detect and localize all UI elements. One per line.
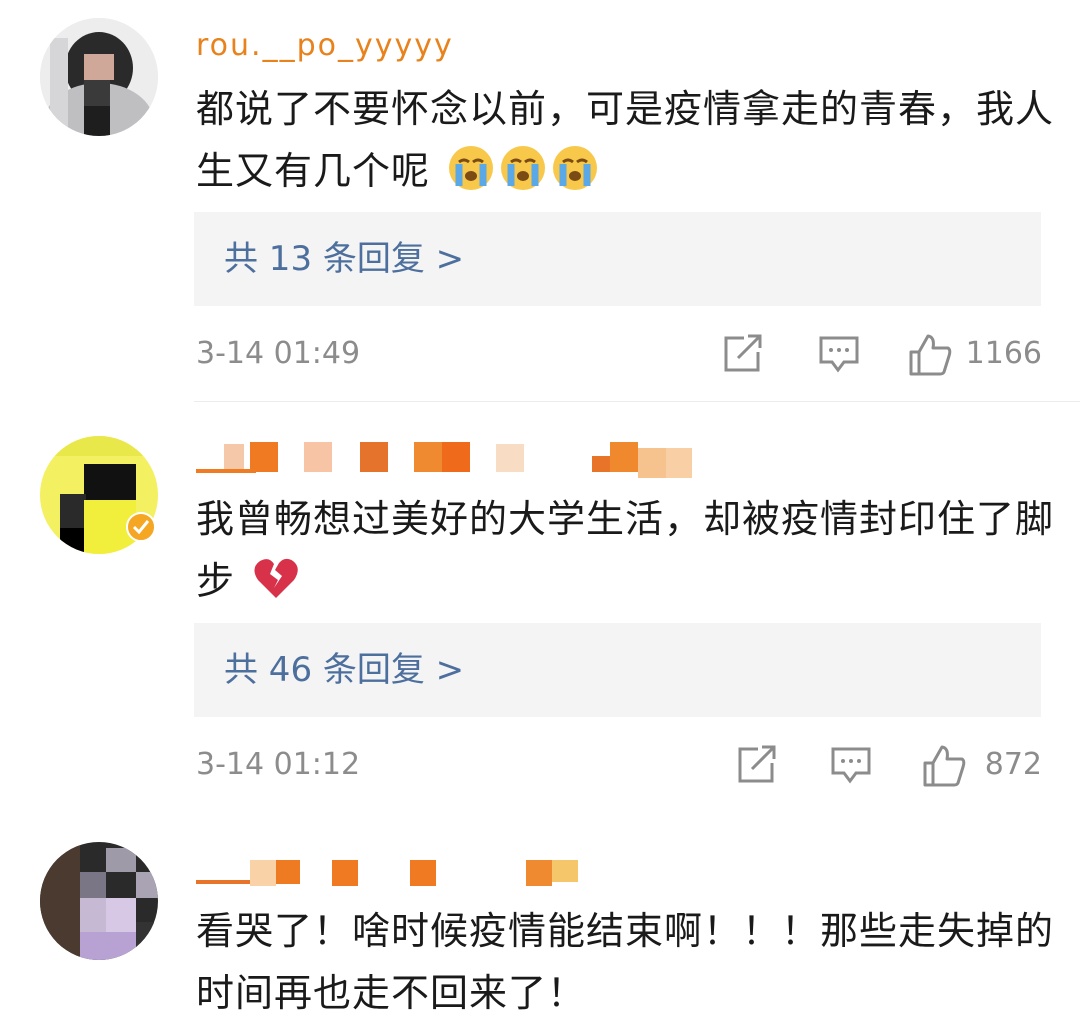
crying-face-icon bbox=[499, 144, 547, 210]
like-icon[interactable] bbox=[908, 334, 952, 380]
broken-heart-icon bbox=[252, 554, 300, 620]
mosaic-block bbox=[552, 860, 578, 882]
share-icon[interactable] bbox=[736, 745, 778, 789]
comment-text: 我曾畅想过美好的大学生活，却被疫情封印住了脚步 bbox=[196, 488, 1056, 620]
like-icon[interactable] bbox=[922, 745, 966, 791]
mosaic-block bbox=[666, 448, 692, 478]
comment-text: 都说了不要怀念以前，可是疫情拿走的青春，我人生又有几个呢 bbox=[196, 78, 1056, 210]
mosaic-block bbox=[224, 444, 244, 470]
crying-face-icon bbox=[551, 144, 599, 210]
like-count: 1166 bbox=[965, 336, 1042, 371]
username[interactable]: rou.__po_yyyyy bbox=[196, 28, 454, 68]
view-replies-button[interactable]: 共 13 条回复 > bbox=[194, 212, 1041, 306]
comment-text: 看哭了！啥时候疫情能结束啊！！！那些走失掉的时间再也走不回来了！ bbox=[196, 909, 1055, 1015]
mosaic-block bbox=[332, 860, 358, 886]
mosaic-block bbox=[610, 442, 638, 472]
mosaic-block bbox=[196, 469, 256, 473]
mosaic-block bbox=[410, 860, 436, 886]
divider bbox=[194, 401, 1080, 402]
mosaic-block bbox=[196, 880, 252, 884]
mosaic-block bbox=[304, 442, 332, 472]
comment-meta: 3-14 01:49 1166 bbox=[196, 330, 1042, 380]
comment-icon[interactable] bbox=[818, 334, 860, 378]
share-icon[interactable] bbox=[722, 334, 764, 378]
like-count: 872 bbox=[984, 747, 1042, 782]
username[interactable] bbox=[196, 438, 716, 478]
mosaic-block bbox=[276, 860, 300, 884]
comment-icon[interactable] bbox=[830, 745, 872, 789]
comment-meta: 3-14 01:12 872 bbox=[196, 741, 1042, 791]
mosaic-block bbox=[360, 442, 388, 472]
mosaic-block bbox=[496, 444, 524, 472]
comment-time: 3-14 01:49 bbox=[196, 336, 361, 371]
avatar[interactable] bbox=[40, 842, 158, 960]
mosaic-block bbox=[526, 860, 552, 886]
avatar[interactable] bbox=[40, 18, 158, 136]
comment-time: 3-14 01:12 bbox=[196, 747, 361, 782]
crying-face-icon bbox=[447, 144, 495, 210]
mosaic-block bbox=[638, 448, 666, 478]
mosaic-block bbox=[414, 442, 442, 472]
mosaic-block bbox=[442, 442, 470, 472]
verified-badge-icon bbox=[126, 512, 156, 546]
mosaic-block bbox=[250, 442, 278, 472]
view-replies-button[interactable]: 共 46 条回复 > bbox=[194, 623, 1041, 717]
username[interactable] bbox=[196, 856, 616, 896]
mosaic-block bbox=[250, 860, 276, 886]
